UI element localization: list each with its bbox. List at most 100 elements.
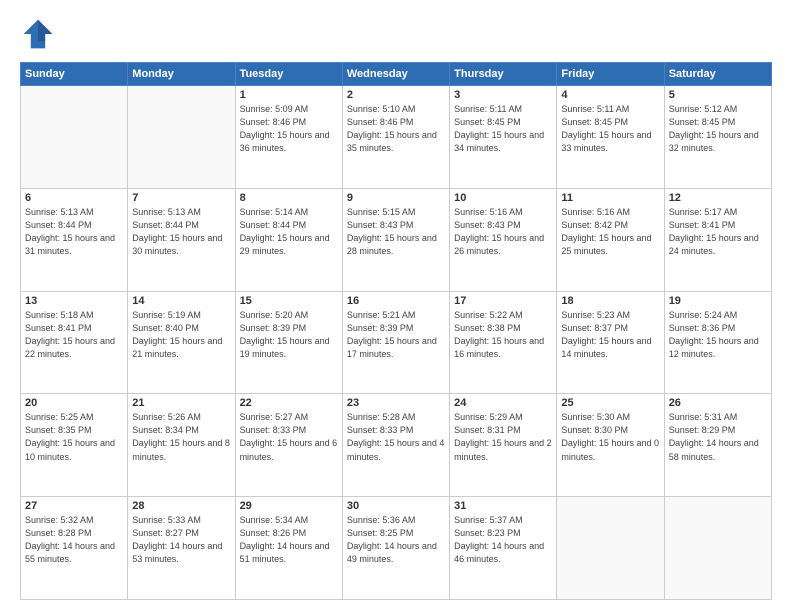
day-info: Sunrise: 5:24 AMSunset: 8:36 PMDaylight:… bbox=[669, 309, 767, 361]
day-number: 17 bbox=[454, 295, 552, 307]
day-number: 13 bbox=[25, 295, 123, 307]
calendar-cell: 28 Sunrise: 5:33 AMSunset: 8:27 PMDayligh… bbox=[128, 497, 235, 600]
calendar-cell bbox=[21, 86, 128, 189]
day-info: Sunrise: 5:14 AMSunset: 8:44 PMDaylight:… bbox=[240, 206, 338, 258]
day-number: 9 bbox=[347, 192, 445, 204]
day-info: Sunrise: 5:33 AMSunset: 8:27 PMDaylight:… bbox=[132, 514, 230, 566]
day-info: Sunrise: 5:17 AMSunset: 8:41 PMDaylight:… bbox=[669, 206, 767, 258]
calendar-cell: 31 Sunrise: 5:37 AMSunset: 8:23 PMDayligh… bbox=[450, 497, 557, 600]
day-number: 10 bbox=[454, 192, 552, 204]
day-info: Sunrise: 5:34 AMSunset: 8:26 PMDaylight:… bbox=[240, 514, 338, 566]
day-info: Sunrise: 5:10 AMSunset: 8:46 PMDaylight:… bbox=[347, 103, 445, 155]
day-number: 14 bbox=[132, 295, 230, 307]
calendar-cell: 7 Sunrise: 5:13 AMSunset: 8:44 PMDaylight… bbox=[128, 188, 235, 291]
day-info: Sunrise: 5:13 AMSunset: 8:44 PMDaylight:… bbox=[25, 206, 123, 258]
calendar-cell: 3Sunrise: 5:11 AMSunset: 8:45 PMDaylight… bbox=[450, 86, 557, 189]
day-header-wednesday: Wednesday bbox=[342, 63, 449, 86]
day-number: 19 bbox=[669, 295, 767, 307]
day-header-tuesday: Tuesday bbox=[235, 63, 342, 86]
day-number: 31 bbox=[454, 500, 552, 512]
day-number: 15 bbox=[240, 295, 338, 307]
header bbox=[20, 16, 772, 52]
day-info: Sunrise: 5:26 AMSunset: 8:34 PMDaylight:… bbox=[132, 411, 230, 463]
day-number: 26 bbox=[669, 397, 767, 409]
day-number: 18 bbox=[561, 295, 659, 307]
day-number: 5 bbox=[669, 89, 767, 101]
day-number: 11 bbox=[561, 192, 659, 204]
day-number: 24 bbox=[454, 397, 552, 409]
day-number: 1 bbox=[240, 89, 338, 101]
day-number: 4 bbox=[561, 89, 659, 101]
day-info: Sunrise: 5:22 AMSunset: 8:38 PMDaylight:… bbox=[454, 309, 552, 361]
calendar-cell: 12 Sunrise: 5:17 AMSunset: 8:41 PMDayligh… bbox=[664, 188, 771, 291]
day-header-monday: Monday bbox=[128, 63, 235, 86]
day-number: 20 bbox=[25, 397, 123, 409]
calendar-cell: 9 Sunrise: 5:15 AMSunset: 8:43 PMDaylight… bbox=[342, 188, 449, 291]
day-info: Sunrise: 5:25 AMSunset: 8:35 PMDaylight:… bbox=[25, 411, 123, 463]
calendar-cell: 25 Sunrise: 5:30 AMSunset: 8:30 PMDayligh… bbox=[557, 394, 664, 497]
calendar-cell: 8 Sunrise: 5:14 AMSunset: 8:44 PMDaylight… bbox=[235, 188, 342, 291]
day-info: Sunrise: 5:30 AMSunset: 8:30 PMDaylight:… bbox=[561, 411, 659, 463]
logo-icon bbox=[20, 16, 56, 52]
calendar-cell: 22 Sunrise: 5:27 AMSunset: 8:33 PMDayligh… bbox=[235, 394, 342, 497]
calendar-cell: 18 Sunrise: 5:23 AMSunset: 8:37 PMDayligh… bbox=[557, 291, 664, 394]
day-number: 21 bbox=[132, 397, 230, 409]
day-info: Sunrise: 5:13 AMSunset: 8:44 PMDaylight:… bbox=[132, 206, 230, 258]
day-number: 30 bbox=[347, 500, 445, 512]
calendar-header-row: SundayMondayTuesdayWednesdayThursdayFrid… bbox=[21, 63, 772, 86]
day-info: Sunrise: 5:36 AMSunset: 8:25 PMDaylight:… bbox=[347, 514, 445, 566]
calendar-cell: 5 Sunrise: 5:12 AMSunset: 8:45 PMDaylight… bbox=[664, 86, 771, 189]
day-info: Sunrise: 5:29 AMSunset: 8:31 PMDaylight:… bbox=[454, 411, 552, 463]
day-info: Sunrise: 5:31 AMSunset: 8:29 PMDaylight:… bbox=[669, 411, 767, 463]
day-info: Sunrise: 5:11 AMSunset: 8:45 PMDaylight:… bbox=[561, 103, 659, 155]
calendar-cell: 17 Sunrise: 5:22 AMSunset: 8:38 PMDayligh… bbox=[450, 291, 557, 394]
calendar-cell bbox=[664, 497, 771, 600]
calendar-table: SundayMondayTuesdayWednesdayThursdayFrid… bbox=[20, 62, 772, 600]
logo bbox=[20, 16, 60, 52]
calendar-cell: 10 Sunrise: 5:16 AMSunset: 8:43 PMDayligh… bbox=[450, 188, 557, 291]
day-number: 6 bbox=[25, 192, 123, 204]
calendar-cell: 1 Sunrise: 5:09 AMSunset: 8:46 PMDaylight… bbox=[235, 86, 342, 189]
day-info: Sunrise: 5:09 AMSunset: 8:46 PMDaylight:… bbox=[240, 103, 338, 155]
calendar-cell: 23Sunrise: 5:28 AMSunset: 8:33 PMDayligh… bbox=[342, 394, 449, 497]
day-info: Sunrise: 5:37 AMSunset: 8:23 PMDaylight:… bbox=[454, 514, 552, 566]
day-number: 23 bbox=[347, 397, 445, 409]
day-header-thursday: Thursday bbox=[450, 63, 557, 86]
calendar-week-4: 20 Sunrise: 5:25 AMSunset: 8:35 PMDayligh… bbox=[21, 394, 772, 497]
calendar-cell: 13Sunrise: 5:18 AMSunset: 8:41 PMDayligh… bbox=[21, 291, 128, 394]
day-info: Sunrise: 5:19 AMSunset: 8:40 PMDaylight:… bbox=[132, 309, 230, 361]
day-number: 12 bbox=[669, 192, 767, 204]
calendar-cell: 2 Sunrise: 5:10 AMSunset: 8:46 PMDaylight… bbox=[342, 86, 449, 189]
calendar-cell bbox=[128, 86, 235, 189]
calendar-cell: 14 Sunrise: 5:19 AMSunset: 8:40 PMDayligh… bbox=[128, 291, 235, 394]
day-info: Sunrise: 5:16 AMSunset: 8:43 PMDaylight:… bbox=[454, 206, 552, 258]
calendar-cell: 4 Sunrise: 5:11 AMSunset: 8:45 PMDaylight… bbox=[557, 86, 664, 189]
day-number: 29 bbox=[240, 500, 338, 512]
day-number: 8 bbox=[240, 192, 338, 204]
day-number: 25 bbox=[561, 397, 659, 409]
calendar-week-1: 1 Sunrise: 5:09 AMSunset: 8:46 PMDaylight… bbox=[21, 86, 772, 189]
day-number: 3 bbox=[454, 89, 552, 101]
day-number: 7 bbox=[132, 192, 230, 204]
day-number: 28 bbox=[132, 500, 230, 512]
day-info: Sunrise: 5:15 AMSunset: 8:43 PMDaylight:… bbox=[347, 206, 445, 258]
day-header-saturday: Saturday bbox=[664, 63, 771, 86]
calendar-week-2: 6 Sunrise: 5:13 AMSunset: 8:44 PMDaylight… bbox=[21, 188, 772, 291]
day-info: Sunrise: 5:12 AMSunset: 8:45 PMDaylight:… bbox=[669, 103, 767, 155]
calendar-cell: 27Sunrise: 5:32 AMSunset: 8:28 PMDayligh… bbox=[21, 497, 128, 600]
day-info: Sunrise: 5:20 AMSunset: 8:39 PMDaylight:… bbox=[240, 309, 338, 361]
day-header-sunday: Sunday bbox=[21, 63, 128, 86]
day-info: Sunrise: 5:32 AMSunset: 8:28 PMDaylight:… bbox=[25, 514, 123, 566]
calendar-week-3: 13Sunrise: 5:18 AMSunset: 8:41 PMDayligh… bbox=[21, 291, 772, 394]
day-info: Sunrise: 5:23 AMSunset: 8:37 PMDaylight:… bbox=[561, 309, 659, 361]
calendar-cell: 20 Sunrise: 5:25 AMSunset: 8:35 PMDayligh… bbox=[21, 394, 128, 497]
calendar-cell: 15 Sunrise: 5:20 AMSunset: 8:39 PMDayligh… bbox=[235, 291, 342, 394]
day-number: 16 bbox=[347, 295, 445, 307]
day-number: 2 bbox=[347, 89, 445, 101]
calendar-week-5: 27Sunrise: 5:32 AMSunset: 8:28 PMDayligh… bbox=[21, 497, 772, 600]
calendar-cell: 21 Sunrise: 5:26 AMSunset: 8:34 PMDayligh… bbox=[128, 394, 235, 497]
calendar-cell: 16Sunrise: 5:21 AMSunset: 8:39 PMDayligh… bbox=[342, 291, 449, 394]
calendar-cell: 24 Sunrise: 5:29 AMSunset: 8:31 PMDayligh… bbox=[450, 394, 557, 497]
day-number: 22 bbox=[240, 397, 338, 409]
day-info: Sunrise: 5:27 AMSunset: 8:33 PMDaylight:… bbox=[240, 411, 338, 463]
